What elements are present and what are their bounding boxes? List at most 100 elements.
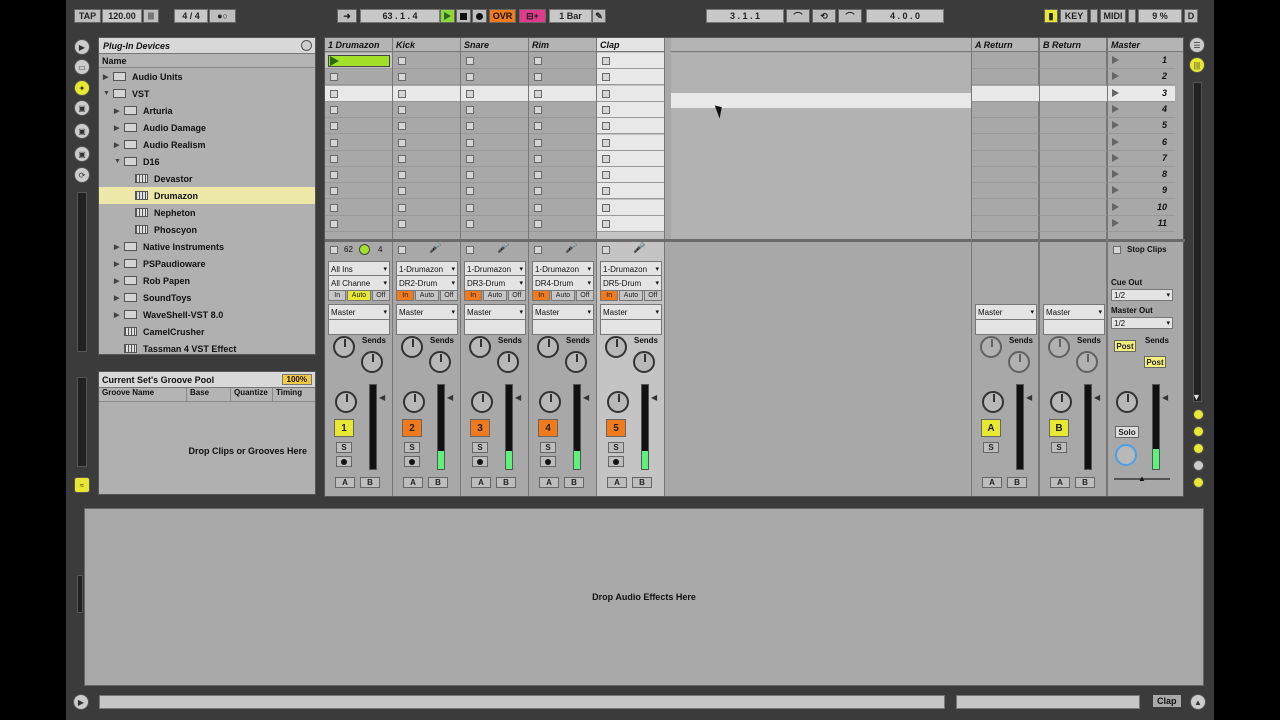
return-output-select[interactable]: Master ▾	[975, 304, 1037, 320]
session-view-icon[interactable]: |||	[1189, 57, 1205, 73]
clip-stop-button[interactable]	[330, 154, 338, 163]
track-stop-button[interactable]	[398, 246, 406, 254]
groove-scrollbar[interactable]	[77, 377, 87, 467]
record-button[interactable]	[472, 9, 487, 23]
track-stop-button[interactable]	[466, 246, 474, 254]
output-type-select[interactable]: Master ▾	[600, 304, 662, 320]
returns-toggle-icon[interactable]	[1193, 443, 1204, 454]
clip-slot[interactable]	[529, 118, 596, 135]
crossfade-b-button[interactable]: B	[1075, 477, 1095, 488]
browser-item[interactable]: ▶ SoundToys	[99, 289, 315, 306]
clip-slot[interactable]	[393, 85, 460, 102]
pan-knob[interactable]	[607, 391, 629, 413]
post-b-button[interactable]: Post	[1144, 356, 1166, 368]
browser-item[interactable]: ▶ Audio Damage	[99, 119, 315, 136]
return-pan-knob[interactable]	[1050, 391, 1072, 413]
return-output-channel[interactable]	[1043, 319, 1105, 335]
clip-stop-button[interactable]	[398, 57, 406, 65]
clip-slot[interactable]	[529, 53, 596, 69]
clip-slot[interactable]	[529, 151, 596, 167]
volume-fader-icon[interactable]: ◀	[1026, 393, 1032, 402]
clip-play-icon[interactable]	[330, 56, 339, 66]
clip-stop-button[interactable]	[602, 154, 610, 163]
clip-slot[interactable]	[393, 200, 460, 216]
track-stop-button[interactable]	[330, 246, 338, 254]
crossfade-b-button[interactable]: B	[564, 477, 584, 488]
clip-stop-button[interactable]	[602, 105, 610, 114]
expand-icon[interactable]: ▶	[114, 107, 124, 115]
clip-stop-button[interactable]	[602, 73, 610, 82]
tap-button[interactable]: TAP	[74, 9, 101, 23]
hotswap-icon[interactable]: ⟳	[74, 167, 90, 183]
clip-stop-button[interactable]	[602, 220, 610, 228]
file-browser-3-icon[interactable]: ▣	[74, 146, 90, 162]
clip-stop-button[interactable]	[398, 220, 406, 228]
clip-stop-button[interactable]	[398, 203, 406, 212]
master-out-select[interactable]: 1/2 ▾	[1111, 317, 1173, 329]
clip-stop-button[interactable]	[466, 57, 474, 65]
track-stop-button[interactable]	[534, 246, 542, 254]
clip-stop-button[interactable]	[534, 73, 542, 82]
cue-volume-knob[interactable]	[1115, 444, 1137, 466]
clip-slot[interactable]	[393, 102, 460, 118]
file-browser-2-icon[interactable]: ▣	[74, 123, 90, 139]
clip-slot[interactable]	[325, 183, 392, 200]
return-output-channel[interactable]	[975, 319, 1037, 335]
crossfade-a-button[interactable]: A	[539, 477, 559, 488]
scene-launcher[interactable]: 7	[1108, 151, 1175, 167]
pan-knob[interactable]	[403, 391, 425, 413]
clip-slot[interactable]	[597, 150, 664, 167]
clip-stop-button[interactable]	[534, 122, 542, 131]
track-drop-area[interactable]	[671, 53, 971, 239]
clip-stop-button[interactable]	[330, 220, 338, 228]
return-output-select[interactable]: Master ▾	[1043, 304, 1105, 320]
browser-item[interactable]: ▼ VST	[99, 85, 315, 102]
follow-icon[interactable]: ➜	[337, 9, 357, 23]
solo-button[interactable]: S	[540, 442, 556, 453]
return-solo-button[interactable]: S	[983, 442, 999, 453]
clip-stop-button[interactable]	[602, 187, 610, 196]
global-amount[interactable]: 100%	[281, 374, 312, 385]
crossfade-a-button[interactable]: A	[335, 477, 355, 488]
track-title[interactable]: Kick	[393, 38, 460, 52]
send-a-knob[interactable]	[333, 336, 355, 358]
send-b-knob[interactable]	[429, 351, 451, 373]
clip-slot[interactable]	[597, 167, 664, 184]
input-channel-select[interactable]: DR5-Drum ▾	[600, 275, 662, 291]
crossfade-b-button[interactable]: B	[360, 477, 380, 488]
play-button[interactable]	[440, 9, 455, 23]
clip-stop-button[interactable]	[398, 171, 406, 180]
clip-slot[interactable]	[393, 53, 460, 69]
clip-slot[interactable]	[393, 118, 460, 135]
scene-launch-icon[interactable]	[1112, 170, 1119, 179]
clip-stop-button[interactable]	[534, 105, 542, 114]
clip-stop-button[interactable]	[398, 138, 406, 147]
monitor-in-button[interactable]: In	[532, 290, 551, 301]
arm-button[interactable]	[608, 456, 624, 467]
scene-launcher[interactable]: 5	[1108, 118, 1175, 135]
groove-col-base[interactable]: Base	[187, 388, 231, 401]
metronome-icon[interactable]: ●○	[209, 9, 236, 23]
clip-stop-button[interactable]	[534, 220, 542, 228]
scene-launch-icon[interactable]	[1112, 153, 1119, 162]
solo-mode-button[interactable]: Solo	[1115, 426, 1139, 438]
scene-launcher[interactable]: 1	[1108, 53, 1175, 69]
clip-slot[interactable]	[461, 85, 528, 102]
crossfade-a-button[interactable]: A	[1050, 477, 1070, 488]
groove-pool-icon[interactable]: ≈	[74, 477, 90, 493]
input-channel-select[interactable]: DR4-Drum ▾	[532, 275, 594, 291]
clip-slot[interactable]	[461, 167, 528, 184]
scene-launch-icon[interactable]	[1112, 219, 1119, 227]
browser-item[interactable]: ▶ Audio Units	[99, 68, 315, 85]
crossfade-b-button[interactable]: B	[428, 477, 448, 488]
crossfade-a-button[interactable]: A	[982, 477, 1002, 488]
browser-item[interactable]: ▶ Rob Papen	[99, 272, 315, 289]
volume-fader-icon[interactable]: ◀	[379, 393, 385, 402]
quantization-select[interactable]: 1 Bar	[549, 9, 592, 23]
cue-out-select[interactable]: 1/2 ▾	[1111, 289, 1173, 301]
volume-fader-icon[interactable]: ◀	[583, 393, 589, 402]
clip-stop-button[interactable]	[398, 187, 406, 196]
send-b-knob[interactable]	[633, 351, 655, 373]
track-title[interactable]: Clap	[597, 38, 664, 52]
crossfade-a-button[interactable]: A	[607, 477, 627, 488]
